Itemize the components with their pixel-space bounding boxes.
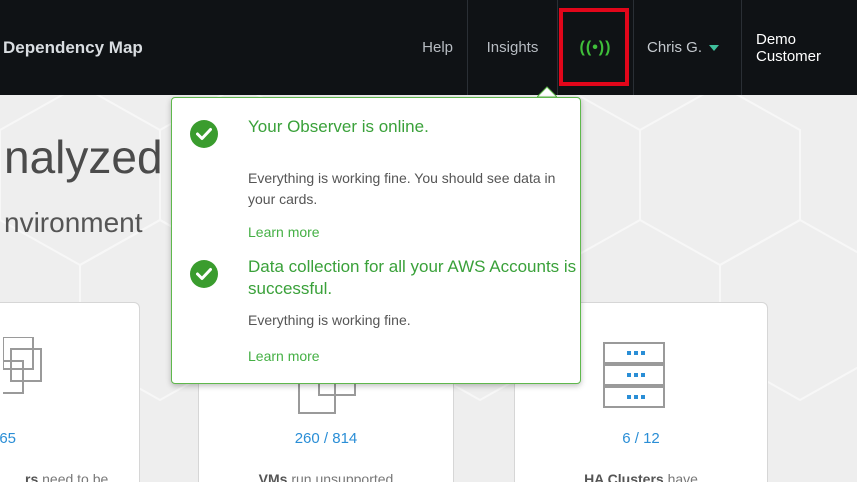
help-link[interactable]: Help <box>409 0 467 95</box>
status-description: Everything is working fine. You should s… <box>248 170 556 207</box>
user-name: Chris G. <box>647 39 703 56</box>
server-stack-icon <box>3 337 42 394</box>
app-title[interactable]: Dependency Map <box>3 0 143 95</box>
insights-link[interactable]: Insights <box>467 0 557 95</box>
card-description: HA Clusters have <box>584 471 698 482</box>
user-menu[interactable]: Chris G. <box>633 0 741 95</box>
ha-cluster-icon <box>603 342 665 408</box>
highlight-box <box>559 8 629 86</box>
nav-menu: Help Insights ((•)) Chris G. Demo Custom… <box>409 0 857 95</box>
card-value: 260 / 814 <box>294 430 358 447</box>
page-subtitle: nvironment <box>4 207 143 238</box>
status-description: Everything is working fine. <box>248 312 411 328</box>
card-description: VMs run unsupported <box>258 471 394 482</box>
card-description: rs need to be <box>25 471 109 482</box>
checkmark-icon <box>190 260 218 288</box>
learn-more-link[interactable]: Learn more <box>248 348 320 364</box>
caret-down-icon <box>709 44 720 51</box>
card-value: 6 / 12 <box>622 430 660 447</box>
top-navigation-bar: Dependency Map Help Insights ((•)) Chris… <box>0 0 857 95</box>
card-value: / 65 <box>0 430 17 447</box>
customer-name[interactable]: Demo Customer <box>741 0 857 95</box>
status-title: Your Observer is online. <box>248 117 429 136</box>
page-title: nalyzed <box>4 131 163 183</box>
learn-more-link[interactable]: Learn more <box>248 224 320 240</box>
status-title: Data collection for all your AWS Account… <box>248 257 577 298</box>
observer-status-popover: Your Observer is online. Everything is w… <box>171 97 581 384</box>
observer-status-button[interactable]: ((•)) <box>557 0 633 95</box>
summary-card[interactable]: / 65 rs need to be <box>0 302 140 482</box>
checkmark-icon <box>190 120 218 148</box>
